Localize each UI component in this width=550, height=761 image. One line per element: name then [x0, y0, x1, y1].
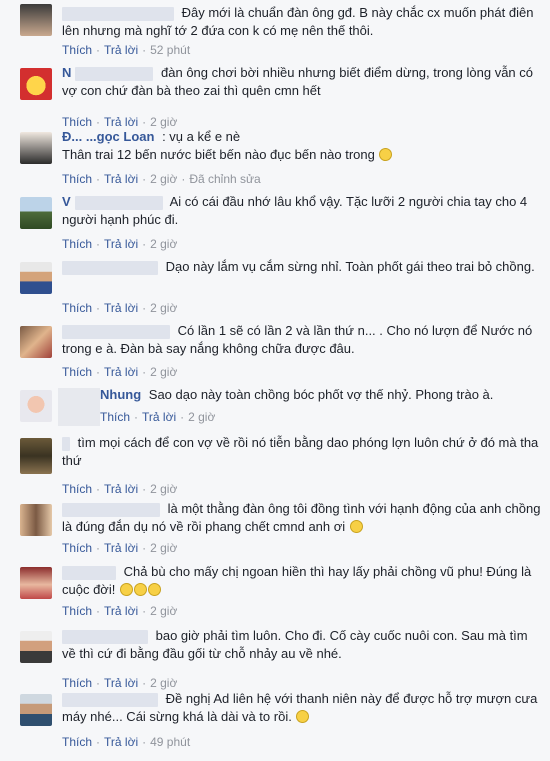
comment-actions: Thích · Trả lời · 2 giờ [100, 410, 216, 424]
comment-body: bao giờ phải tìm luôn. Cho đi. Cố cày cu… [62, 627, 542, 663]
reply-button[interactable]: Trả lời [104, 301, 138, 315]
like-button[interactable]: Thích [62, 735, 92, 749]
comment-body: Nhung Sao dạo này toàn chồng bóc phốt vợ… [62, 386, 542, 404]
avatar[interactable] [20, 504, 52, 536]
commenter-name[interactable] [62, 629, 148, 644]
reply-button[interactable]: Trả lời [104, 735, 138, 749]
comment-actions: Thích · Trả lời · 2 giờ [62, 237, 178, 251]
commenter-name[interactable] [62, 692, 158, 707]
smile-emoji-icon [349, 520, 363, 533]
avatar[interactable] [20, 567, 52, 599]
like-button[interactable]: Thích [62, 604, 92, 618]
reply-button[interactable]: Trả lời [104, 365, 138, 379]
comment-body: Đây mới là chuẩn đàn ông gđ. B này chắc … [62, 4, 542, 40]
commenter-name[interactable] [62, 260, 158, 275]
comment-actions: Thích · Trả lời · 2 giờ [62, 604, 178, 618]
comment-timestamp[interactable]: 2 giờ [150, 115, 177, 129]
comment-body: N đàn ông chơi bời nhiều nhưng biết điểm… [62, 64, 542, 100]
like-button[interactable]: Thích [62, 115, 92, 129]
comment-actions: Thích · Trả lời · 2 giờ [62, 115, 178, 129]
comment-actions: Thích · Trả lời · 2 giờ [62, 676, 178, 690]
comment-timestamp[interactable]: 52 phút [150, 43, 190, 57]
comment-body: là một thằng đàn ông tôi đồng tình với h… [62, 500, 542, 536]
commenter-name[interactable] [62, 324, 170, 339]
comment-actions: Thích · Trả lời · 49 phút [62, 735, 191, 749]
commenter-name[interactable] [62, 6, 174, 21]
avatar[interactable] [20, 631, 52, 663]
name-blur [74, 195, 163, 210]
avatar[interactable] [20, 390, 52, 422]
like-button[interactable]: Thích [62, 43, 92, 57]
comment-feed: Đây mới là chuẩn đàn ông gđ. B này chắc … [0, 0, 550, 761]
like-button[interactable]: Thích [62, 482, 92, 496]
comment-timestamp[interactable]: 2 giờ [150, 604, 177, 618]
comment-timestamp[interactable]: 2 giờ [150, 237, 177, 251]
laugh-emoji-icon [133, 583, 147, 596]
reply-button[interactable]: Trả lời [104, 482, 138, 496]
commenter-name[interactable]: V [62, 193, 71, 211]
avatar[interactable] [20, 132, 52, 164]
comment-actions: Thích · Trả lời · 2 giờ [62, 541, 178, 555]
comment-body: Đ... ...gọc Loan : vụ a kể e nè Thân tra… [62, 128, 542, 164]
commenter-name[interactable]: Nhung [100, 386, 141, 404]
comment-text: Sao dạo này toàn chồng bóc phốt vợ thế n… [148, 387, 494, 402]
comment-body: Đề nghị Ad liên hệ với thanh niên này để… [62, 690, 542, 726]
reply-button[interactable]: Trả lời [104, 604, 138, 618]
like-button[interactable]: Thích [62, 172, 92, 186]
comment-timestamp[interactable]: 2 giờ [150, 541, 177, 555]
comment-actions: Thích · Trả lời · 52 phút [62, 43, 191, 57]
comment-body: tìm mọi cách để con vợ về rồi nó tiễn bằ… [62, 434, 542, 470]
comment-text: tìm mọi cách để con vợ về rồi nó tiễn bằ… [62, 435, 539, 468]
laugh-emoji-icon [119, 583, 133, 596]
grin-emoji-icon [379, 148, 393, 161]
comment-body: Có lần 1 sẽ có lần 2 và lần thứ n... . C… [62, 322, 542, 358]
comment-actions: Thích · Trả lời · 2 giờ [62, 365, 178, 379]
commenter-name[interactable] [62, 502, 160, 517]
reply-button[interactable]: Trả lời [104, 115, 138, 129]
like-button[interactable]: Thích [62, 237, 92, 251]
comment-timestamp[interactable]: 2 giờ [188, 410, 215, 424]
comment-actions: Thích · Trả lời · 2 giờ [62, 301, 178, 315]
comment-text-line2: Thân trai 12 bến nước biết bến nào đục b… [62, 147, 375, 162]
comment-body: Dạo này lắm vụ cắm sừng nhỉ. Toàn phốt g… [62, 258, 542, 276]
avatar[interactable] [20, 326, 52, 358]
reply-button[interactable]: Trả lời [104, 43, 138, 57]
avatar[interactable] [20, 438, 52, 474]
reply-button[interactable]: Trả lời [104, 237, 138, 251]
avatar[interactable] [20, 4, 52, 36]
avatar[interactable] [20, 68, 52, 100]
like-button[interactable]: Thích [100, 410, 130, 424]
commenter-name[interactable]: N [62, 64, 71, 82]
commenter-name[interactable] [62, 565, 116, 580]
comment-body: Chả bù cho mấy chị ngoan hiền thì hay lấ… [62, 563, 542, 599]
avatar[interactable] [20, 262, 52, 294]
laugh-emoji-icon [147, 583, 161, 596]
comment-timestamp[interactable]: 2 giờ [150, 172, 177, 186]
like-button[interactable]: Thích [62, 541, 92, 555]
like-button[interactable]: Thích [62, 365, 92, 379]
comment-actions: Thích · Trả lời · 2 giờ [62, 482, 178, 496]
commenter-name[interactable]: Đ... ...gọc Loan [62, 128, 154, 146]
comment-text: Dạo này lắm vụ cắm sừng nhỉ. Toàn phốt g… [165, 259, 535, 274]
comment-text: : vụ a kể e nè [162, 129, 241, 144]
avatar[interactable] [20, 197, 52, 229]
avatar[interactable] [20, 694, 52, 726]
reply-button[interactable]: Trả lời [104, 676, 138, 690]
like-button[interactable]: Thích [62, 676, 92, 690]
comment-timestamp[interactable]: 2 giờ [150, 365, 177, 379]
like-button[interactable]: Thích [62, 301, 92, 315]
smile-emoji-icon [296, 710, 310, 723]
reply-button[interactable]: Trả lời [104, 541, 138, 555]
reply-button[interactable]: Trả lời [142, 410, 176, 424]
comment-actions: Thích · Trả lời · 2 giờ · Đã chỉnh sửa [62, 172, 261, 186]
comment-body: V Ai có cái đầu nhớ lâu khổ vậy. Tặc lưỡ… [62, 193, 542, 229]
comment-timestamp[interactable]: 2 giờ [150, 482, 177, 496]
edited-label[interactable]: Đã chỉnh sửa [189, 172, 260, 186]
comment-timestamp[interactable]: 49 phút [150, 735, 190, 749]
commenter-name[interactable] [62, 436, 70, 451]
reply-button[interactable]: Trả lời [104, 172, 138, 186]
name-blur [75, 66, 154, 81]
comment-timestamp[interactable]: 2 giờ [150, 676, 177, 690]
comment-timestamp[interactable]: 2 giờ [150, 301, 177, 315]
